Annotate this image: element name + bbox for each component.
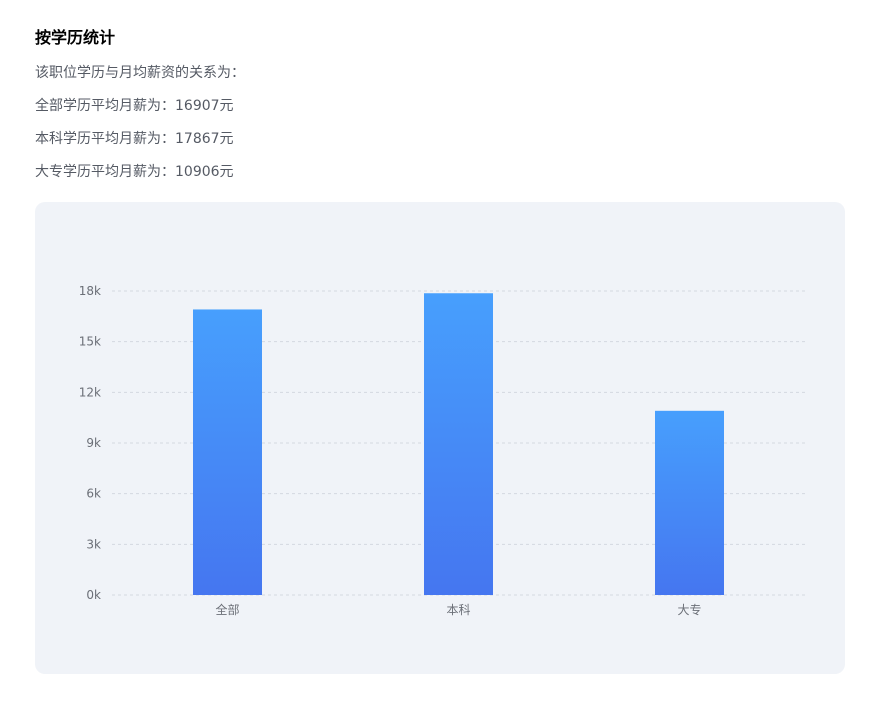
bars xyxy=(193,293,724,595)
bar[interactable] xyxy=(655,410,724,595)
summary-college: 大专学历平均月薪为：10906元 xyxy=(35,164,234,180)
y-tick-label: 9k xyxy=(86,436,101,450)
y-tick-label: 6k xyxy=(86,487,101,501)
intro-text: 该职位学历与月均薪资的关系为： xyxy=(35,65,245,81)
bar[interactable] xyxy=(424,293,493,595)
y-axis: 0k 3k 6k 9k 12k 15k 18k xyxy=(79,284,101,602)
y-tick-label: 12k xyxy=(79,385,101,399)
x-tick-label: 本科 xyxy=(446,603,470,617)
page-title: 按学历统计 xyxy=(35,28,116,47)
summary-bachelor: 本科学历平均月薪为：17867元 xyxy=(35,131,234,147)
y-tick-label: 18k xyxy=(79,284,101,298)
x-axis: 全部 本科 大专 xyxy=(215,602,701,617)
y-tick-label: 15k xyxy=(79,335,101,349)
x-tick-label: 全部 xyxy=(215,602,239,617)
y-tick-label: 0k xyxy=(86,588,101,602)
summary-all: 全部学历平均月薪为：16907元 xyxy=(35,98,234,114)
y-tick-label: 3k xyxy=(86,537,101,551)
bar-chart: 0k 3k 6k 9k 12k 15k 18k 全部 本科 大专 xyxy=(79,284,805,617)
bar[interactable] xyxy=(193,309,262,595)
x-tick-label: 大专 xyxy=(677,602,701,617)
chart-panel: 0k 3k 6k 9k 12k 15k 18k 全部 本科 大专 xyxy=(35,202,845,674)
